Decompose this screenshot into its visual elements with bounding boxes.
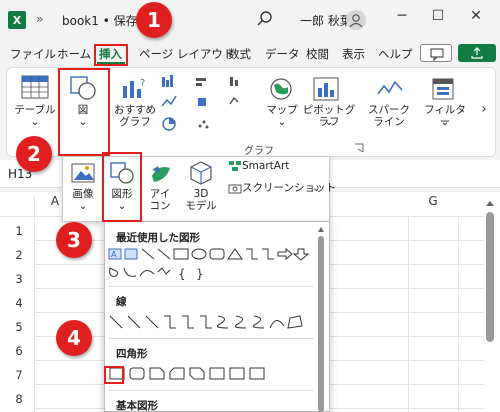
3d-model-label-2[interactable]: モデル [178,200,224,212]
screenshot-icon[interactable] [228,182,242,194]
row-header-divider [34,196,35,412]
highlight-rectangle-shape [104,366,124,384]
share-icon [471,47,483,59]
recommended-chart-label[interactable]: おすすめ [112,104,158,116]
sparkline-label[interactable]: スパーク [366,104,412,116]
row-header-3[interactable]: 3 [8,272,30,286]
rectangles-heading: 四角形 [116,348,148,360]
icons-button-label-2[interactable]: コン [144,200,176,212]
chevron-down-icon: ⌄ [324,116,334,128]
map-icon[interactable] [268,76,294,102]
row-header-8[interactable]: 8 [8,392,30,406]
image-icon[interactable] [70,162,96,184]
chevron-down-icon: ⌄ [78,200,88,212]
tab-page-layout[interactable]: ページ レイアウト [139,46,234,62]
tab-formulas[interactable]: 数式 [228,46,251,62]
svg-text:?: ? [140,78,145,89]
person-icon [349,14,363,28]
avatar[interactable] [346,10,366,30]
map-button-label[interactable]: マップ [262,104,302,116]
line-shapes-row[interactable] [106,312,314,332]
slicer-icon[interactable] [430,76,458,102]
3d-model-label[interactable]: 3D [178,188,224,200]
svg-text:}: } [196,267,204,281]
vertical-scrollbar-thumb[interactable] [486,212,494,342]
dialog-launcher-icon[interactable] [354,143,364,153]
pivot-chart-icon[interactable] [312,76,340,102]
gallery-divider [108,286,314,287]
gallery-divider [108,338,314,339]
image-button-label[interactable]: 画像 [64,188,102,200]
tab-help[interactable]: ヘルプ [378,46,413,62]
screenshot-button-label[interactable]: スクリーンショット [242,182,336,194]
chevron-down-icon: ⌄ [30,116,40,128]
gallery-divider [108,390,314,391]
highlight-insert-tab [94,44,128,66]
row-header-5[interactable]: 5 [8,320,30,334]
close-button[interactable]: ✕ [464,8,488,24]
tab-home[interactable]: ホーム [57,46,91,62]
3d-model-icon[interactable] [188,160,214,186]
highlight-figure-button [58,68,110,156]
step-badge-4: 4 [56,320,92,356]
gallery-scroll-up-icon[interactable] [317,225,325,233]
chevron-down-icon: ⌄ [312,182,321,194]
tab-view[interactable]: 表示 [342,46,365,62]
chart-group-label: グラフ [244,146,274,157]
step-badge-1: 1 [136,2,172,38]
grid-col-line [458,216,459,412]
document-title: book1 • 保存 [62,14,138,28]
step-badge-2: 2 [16,136,52,172]
row-header-2[interactable]: 2 [8,248,30,262]
row-header-1[interactable]: 1 [8,224,30,238]
basic-shapes-heading: 基本図形 [116,400,158,412]
tab-file[interactable]: ファイル [10,46,56,62]
column-header-g[interactable]: G [418,194,448,216]
sparkline-label-2[interactable]: ライン [366,116,412,128]
maximize-button[interactable]: ☐ [426,8,450,24]
tab-review[interactable]: 校閲 [306,46,329,62]
recommended-chart-label-2[interactable]: グラフ [112,116,158,128]
tab-data[interactable]: データ [265,46,300,62]
comment-icon [430,48,444,62]
share-button[interactable] [458,44,496,62]
comment-button[interactable] [420,44,452,62]
smartart-icon[interactable] [228,160,242,172]
table-icon[interactable] [20,74,50,100]
icons-button-label[interactable]: アイ [144,188,176,200]
row-header-4[interactable]: 4 [8,296,30,310]
row-header-7[interactable]: 7 [8,368,30,382]
svg-text:{: { [178,267,186,281]
svg-text:A: A [111,250,117,259]
recent-shapes-heading: 最近使用した図形 [116,232,200,244]
chevron-down-icon: ⌄ [440,116,450,128]
ribbon-scroll-right-button[interactable]: › [474,103,494,116]
step-badge-3: 3 [56,222,92,258]
scroll-up-icon[interactable] [485,199,495,207]
grid-col-line [408,216,409,412]
table-button-label[interactable]: テーブル [10,104,60,116]
search-icon[interactable] [255,9,275,29]
gallery-scrollbar-thumb[interactable] [318,236,324,412]
highlight-shapes-button [102,152,142,222]
chevron-down-icon: ⌄ [277,116,287,128]
recommended-chart-icon[interactable]: ? [120,76,148,102]
sparkline-icon[interactable] [376,78,404,100]
minimize-button[interactable]: ─ [390,8,414,24]
row-header-6[interactable]: 6 [8,344,30,358]
rectangle-shapes-row[interactable] [106,364,314,384]
excel-window: X » book1 • 保存 一郎 秋葉 ─ ☐ ✕ ファイル ホーム 挿入 ペ… [0,0,500,412]
chart-types-grid[interactable] [160,74,270,136]
recent-shapes-row[interactable]: A { } [106,246,314,282]
smartart-button-label[interactable]: SmartArt [242,160,289,172]
excel-logo-icon: X [8,11,26,29]
quick-access-more-button[interactable]: » [36,12,43,26]
lines-heading: 線 [116,296,127,308]
title-bar: X » book1 • 保存 一郎 秋葉 ─ ☐ ✕ [0,0,500,40]
icons-icon[interactable] [148,162,174,186]
user-name[interactable]: 一郎 秋葉 [300,12,352,29]
